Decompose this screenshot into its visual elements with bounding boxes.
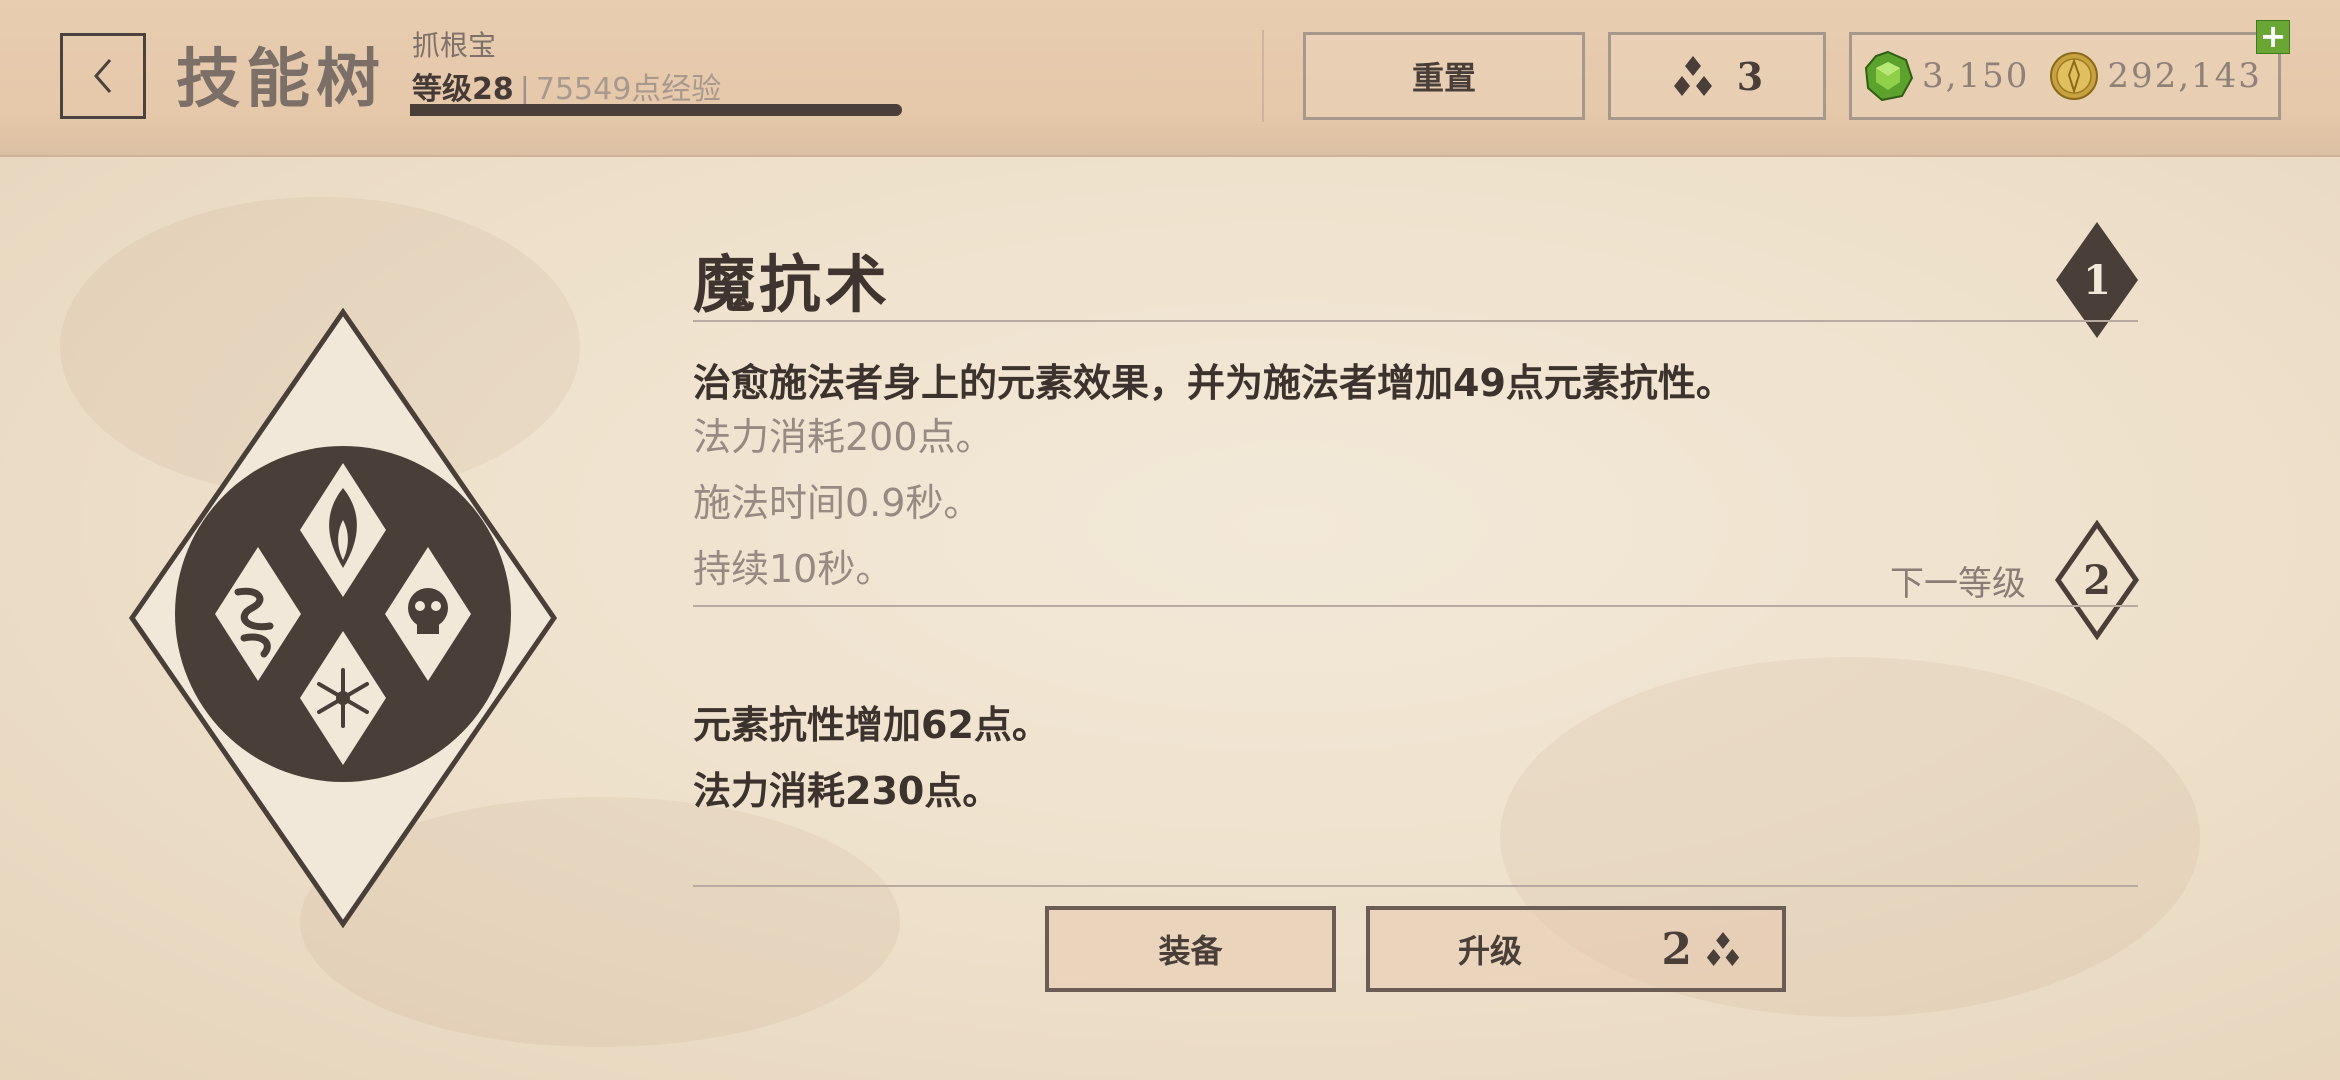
equip-button[interactable]: 装备 (1045, 906, 1336, 992)
gem-icon (1864, 50, 1914, 102)
skill-stat-mana: 法力消耗200点。 (693, 415, 994, 459)
next-level-label: 下一等级 (1890, 564, 2026, 604)
next-stat-resistance: 元素抗性增加62点。 (693, 703, 1050, 747)
bottom-divider (693, 885, 2138, 887)
player-name: 抓根宝 (412, 29, 497, 62)
skill-points-button[interactable]: 3 (1608, 32, 1826, 120)
next-rank: 2 (2083, 556, 2111, 604)
skill-icon (128, 307, 558, 929)
level-info: 等级28 | 75549点经验 (412, 64, 721, 108)
upgrade-button[interactable]: 升级 2 (1366, 906, 1786, 992)
reset-label: 重置 (1411, 59, 1476, 97)
gem-count: 3,150 (1922, 56, 2030, 96)
experience-points: 75549点经验 (535, 72, 722, 107)
title-divider (693, 320, 2138, 322)
back-button[interactable] (60, 33, 146, 119)
experience-bar (410, 104, 902, 116)
skill-point-icon (1673, 56, 1712, 96)
next-stat-mana: 法力消耗230点。 (693, 769, 1001, 813)
back-arrow-icon (94, 59, 112, 93)
upgrade-label: 升级 (1458, 932, 1523, 970)
reset-button[interactable]: 重置 (1303, 32, 1585, 120)
level-separator: | (519, 72, 530, 107)
upgrade-cost: 2 (1661, 924, 1742, 975)
skill-point-icon (1706, 932, 1740, 966)
next-level-divider (693, 605, 2138, 607)
skill-stat-cast-time: 施法时间0.9秒。 (693, 481, 982, 525)
player-level: 等级28 (412, 72, 514, 107)
add-currency-button[interactable]: + (2256, 20, 2290, 54)
skill-description: 治愈施法者身上的元素效果，并为施法者增加49点元素抗性。 (693, 361, 1734, 405)
elemental-resistance-icon (128, 307, 558, 929)
gold-coin-icon (2050, 52, 2099, 100)
current-rank-badge: 1 (2054, 220, 2140, 340)
currency-display: 3,150 292,143 (1849, 32, 2281, 120)
header-divider (1262, 30, 1264, 122)
upgrade-cost-value: 2 (1661, 923, 1692, 975)
skill-name: 魔抗术 (693, 248, 892, 321)
equip-label: 装备 (1158, 932, 1223, 970)
page-title: 技能树 (176, 43, 386, 117)
next-rank-badge: 2 (2054, 520, 2140, 640)
current-rank: 1 (2083, 256, 2111, 304)
gold-count: 292,143 (2107, 56, 2262, 96)
skill-stat-duration: 持续10秒。 (693, 547, 894, 591)
skill-points-count: 3 (1736, 53, 1764, 99)
